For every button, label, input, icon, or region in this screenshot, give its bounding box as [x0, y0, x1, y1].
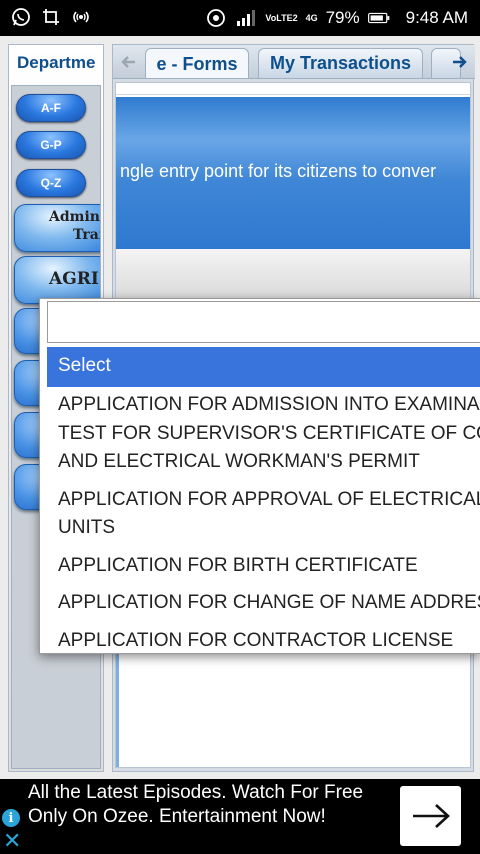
form-select-dropdown: Select APPLICATION FOR ADMISSION INTO EX…	[39, 298, 480, 654]
dropdown-option-line: APPLICATION FOR ADMISSION INTO EXAMINA	[58, 394, 480, 415]
dropdown-options-list: Select APPLICATION FOR ADMISSION INTO EX…	[47, 347, 480, 654]
screenshot-icon	[40, 6, 62, 28]
dropdown-search-input[interactable]	[47, 301, 480, 343]
arrow-right-icon	[412, 804, 450, 828]
clock: 9:48 AM	[405, 8, 468, 27]
banner-marquee-text: ngle entry point for its citizens to con…	[120, 161, 437, 181]
hotspot-icon	[70, 6, 92, 28]
dropdown-option[interactable]: APPLICATION FOR APPROVAL OF ELECTRICAL U…	[47, 482, 480, 548]
arrow-left-icon	[121, 56, 135, 68]
dropdown-option[interactable]: APPLICATION FOR CHANGE OF NAME ADDRES	[47, 585, 480, 623]
tab-scroll-left-button[interactable]	[115, 48, 141, 76]
dropdown-option[interactable]: APPLICATION FOR BIRTH CERTIFICATE	[47, 548, 480, 586]
volte-label: VoLTE2	[265, 12, 298, 23]
department-button-admin-training[interactable]: Admin Trai	[14, 204, 100, 252]
dropdown-option[interactable]: APPLICATION FOR CONTRACTOR LICENSE	[47, 623, 480, 654]
banner-bottom-strip	[116, 249, 470, 301]
ad-text: All the Latest Episodes. Watch For Free …	[28, 782, 364, 827]
whatsapp-icon	[10, 6, 32, 28]
dropdown-option-select[interactable]: Select	[47, 347, 480, 387]
status-bar: VoLTE2 4G 79% 9:48 AM	[0, 0, 480, 36]
tab-bar: e - Forms My Transactions	[113, 45, 475, 79]
dropdown-option-line: APPLICATION FOR APPROVAL OF ELECTRICAL	[58, 488, 480, 510]
ad-close-icon[interactable]: ✕	[3, 830, 21, 852]
battery-icon	[367, 7, 390, 29]
signal-icon	[235, 7, 257, 29]
banner-top-strip	[116, 83, 470, 95]
network-type-label: 4G	[305, 12, 318, 23]
range-button-g-p[interactable]: G-P	[16, 131, 86, 159]
department-button-agriculture[interactable]: AGRI	[14, 256, 100, 304]
department-label: AGRI	[49, 269, 99, 289]
dropdown-option-line: AND ELECTRICAL WORKMAN'S PERMIT	[58, 451, 420, 472]
department-label-line2: Trai	[73, 227, 100, 243]
welcome-banner: ngle entry point for its citizens to con…	[116, 97, 470, 249]
range-button-q-z[interactable]: Q-Z	[16, 169, 86, 197]
dropdown-option[interactable]: APPLICATION FOR ADMISSION INTO EXAMINA T…	[47, 387, 480, 482]
dropdown-option-line: UNITS	[58, 517, 115, 538]
arrow-right-icon	[453, 56, 467, 68]
tab-my-transactions[interactable]: My Transactions	[258, 48, 423, 78]
tab-scroll-right-button[interactable]	[447, 48, 473, 76]
wifi-calling-icon	[205, 7, 227, 29]
department-panel-title: Departme	[17, 53, 96, 72]
department-label-line1: Admin	[49, 209, 100, 225]
ad-banner[interactable]: All the Latest Episodes. Watch For Free …	[0, 779, 480, 854]
battery-percent: 79%	[325, 8, 360, 27]
range-button-a-f[interactable]: A-F	[16, 94, 86, 122]
tab-e-forms[interactable]: e - Forms	[145, 48, 249, 78]
dropdown-option-line: TEST FOR SUPERVISOR'S CERTIFICATE OF CON	[58, 422, 480, 444]
ad-info-icon[interactable]: i	[2, 809, 20, 827]
ad-open-button[interactable]	[400, 786, 461, 846]
